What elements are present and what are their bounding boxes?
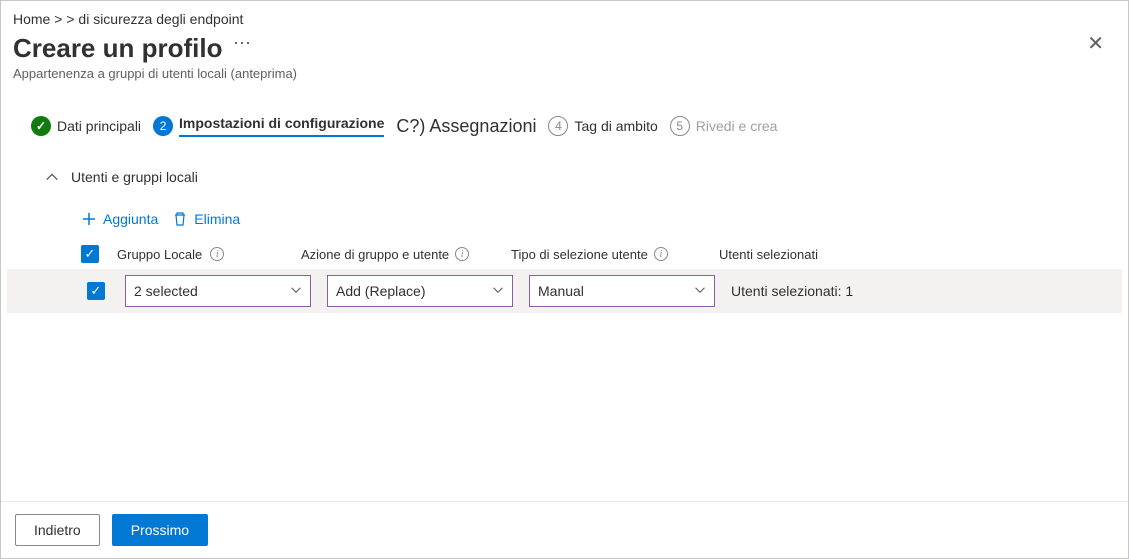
col-localgroup: Gruppo Locale — [117, 247, 202, 262]
chevron-up-icon — [45, 170, 59, 184]
selected-users-text: Utenti selezionati: 1 — [731, 283, 853, 299]
row-checkbox[interactable]: ✓ — [87, 282, 105, 300]
step-config[interactable]: 2 Impostazioni di configurazione — [153, 115, 384, 137]
info-icon[interactable]: i — [455, 247, 469, 261]
chevron-down-icon — [492, 283, 504, 299]
step-basics[interactable]: ✓ Dati principali — [31, 116, 141, 136]
col-action: Azione di gruppo e utente — [301, 247, 449, 262]
back-button[interactable]: Indietro — [15, 514, 100, 546]
action-value: Add (Replace) — [336, 283, 426, 299]
check-icon: ✓ — [31, 116, 51, 136]
section-title: Utenti e gruppi locali — [71, 169, 198, 185]
chevron-down-icon — [694, 283, 706, 299]
breadcrumb-sep1: > — [54, 11, 66, 27]
step-assignments[interactable]: C?) Assegnazioni — [396, 116, 536, 137]
plus-icon — [81, 211, 97, 227]
action-dropdown[interactable]: Add (Replace) — [327, 275, 513, 307]
breadcrumb-sep2: > — [66, 11, 78, 27]
breadcrumb-item[interactable]: di sicurezza degli endpoint — [78, 11, 243, 27]
info-icon[interactable]: i — [654, 247, 668, 261]
next-button[interactable]: Prossimo — [112, 514, 208, 546]
step-review[interactable]: 5 Rivedi e crea — [670, 116, 778, 136]
selectiontype-dropdown[interactable]: Manual — [529, 275, 715, 307]
delete-button[interactable]: Elimina — [172, 211, 240, 227]
breadcrumb[interactable]: Home > > di sicurezza degli endpoint — [1, 1, 1128, 27]
step-5-icon: 5 — [670, 116, 690, 136]
add-label: Aggiunta — [103, 211, 158, 227]
step-2-icon: 2 — [153, 116, 173, 136]
delete-label: Elimina — [194, 211, 240, 227]
info-icon[interactable]: i — [210, 247, 224, 261]
col-selectedusers: Utenti selezionati — [719, 247, 818, 262]
chevron-down-icon — [290, 283, 302, 299]
page-subtitle: Appartenenza a gruppi di utenti locali (… — [13, 66, 1116, 81]
step-4-icon: 4 — [548, 116, 568, 136]
header-checkbox[interactable]: ✓ — [81, 245, 99, 263]
selectiontype-value: Manual — [538, 283, 584, 299]
add-button[interactable]: Aggiunta — [81, 211, 158, 227]
wizard-steps: ✓ Dati principali 2 Impostazioni di conf… — [1, 81, 1128, 137]
localgroup-value: 2 selected — [134, 283, 198, 299]
page-title: Creare un profilo — [13, 33, 222, 64]
section-toggle[interactable]: Utenti e gruppi locali — [1, 137, 1128, 185]
breadcrumb-home[interactable]: Home — [13, 11, 50, 27]
more-icon[interactable]: ⋯ — [233, 33, 253, 54]
localgroup-dropdown[interactable]: 2 selected — [125, 275, 311, 307]
trash-icon — [172, 211, 188, 227]
table-row: ✓ 2 selected Add (Replace) Manual Utenti… — [7, 269, 1122, 313]
col-selectiontype: Tipo di selezione utente — [511, 247, 648, 262]
close-icon[interactable]: ✕ — [1081, 33, 1110, 55]
step-scope[interactable]: 4 Tag di ambito — [548, 116, 657, 136]
